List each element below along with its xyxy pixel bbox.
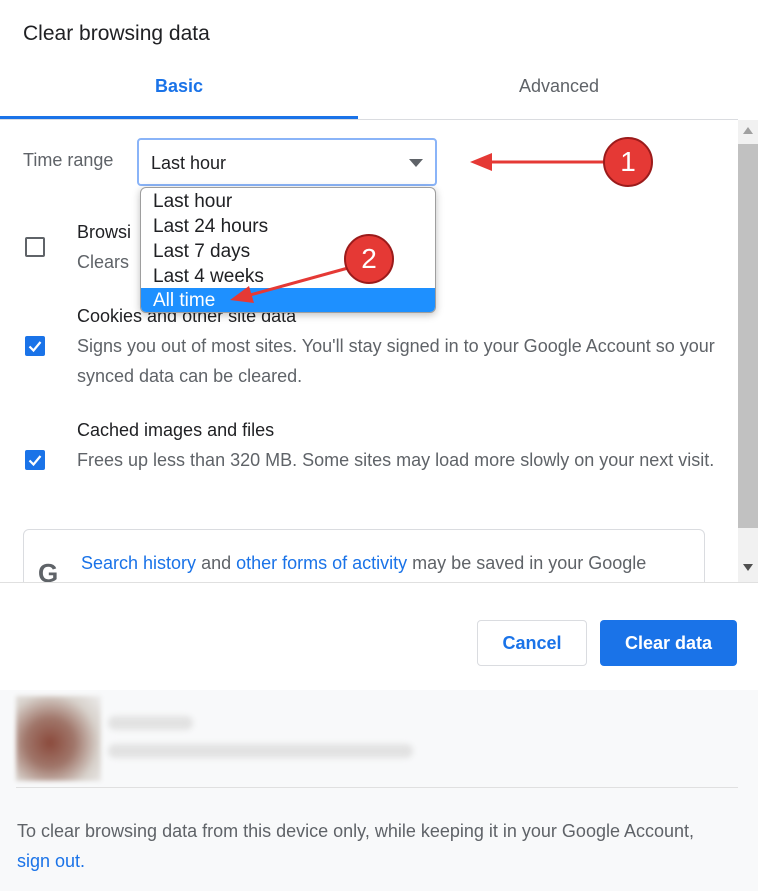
arrow-1-head-icon [470, 153, 492, 171]
annotation-badge-2: 2 [344, 234, 394, 284]
annotation-badge-1: 1 [603, 137, 653, 187]
annotation-arrows [230, 153, 604, 303]
arrow-2-line [249, 266, 349, 297]
arrow-2-head-icon [230, 286, 254, 303]
